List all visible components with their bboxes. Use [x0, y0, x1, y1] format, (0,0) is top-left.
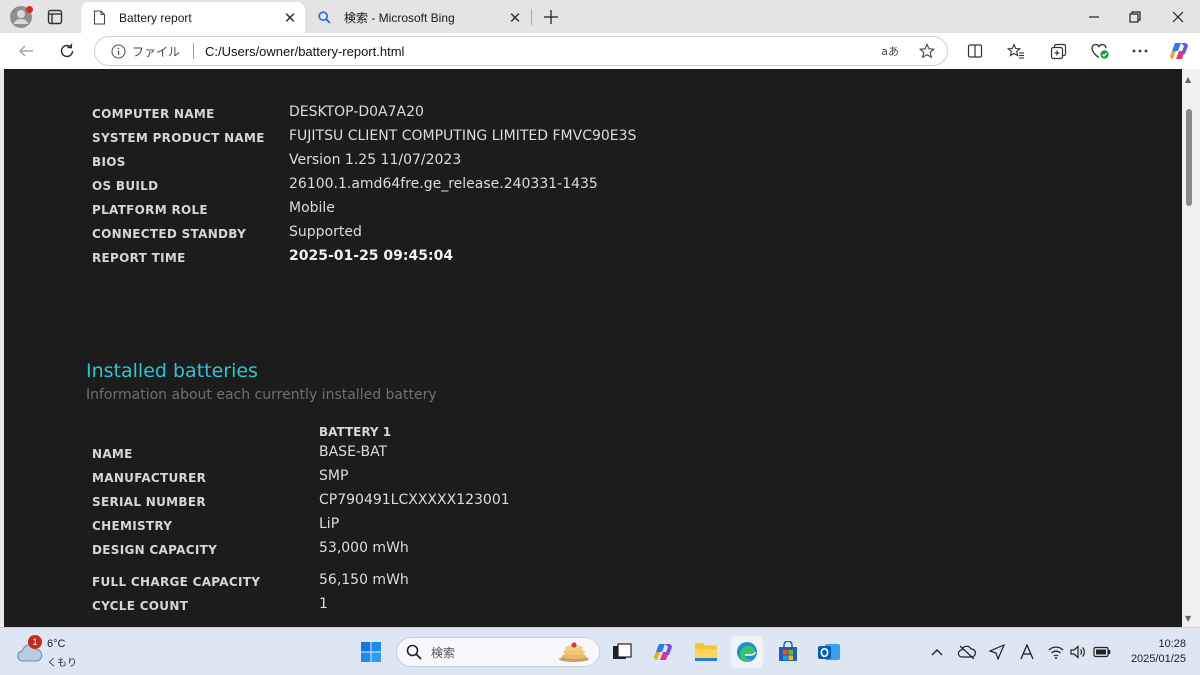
weather-condition: くもり	[47, 658, 77, 669]
url-text[interactable]: C:/Users/owner/battery-report.html	[205, 44, 881, 59]
info-row-label: PLATFORM ROLE	[92, 203, 208, 217]
browser-essentials-icon[interactable]	[1088, 39, 1112, 63]
favorites-icon[interactable]	[1004, 39, 1028, 63]
info-row-value: DESKTOP-D0A7A20	[289, 104, 424, 120]
vertical-scrollbar[interactable]: ▲ ▼	[1182, 69, 1200, 627]
info-row-value: 56,150 mWh	[319, 572, 409, 588]
more-options-icon[interactable]	[1128, 39, 1152, 63]
clock-time: 10:28	[1158, 638, 1186, 650]
microsoft-store-icon[interactable]	[772, 636, 804, 668]
input-indicator-icon[interactable]	[1016, 641, 1038, 663]
info-row-label: FULL CHARGE CAPACITY	[92, 575, 261, 589]
search-icon	[316, 10, 332, 26]
battery-column-header: BATTERY 1	[319, 425, 392, 439]
search-icon	[406, 644, 422, 660]
task-view-icon[interactable]	[606, 636, 638, 668]
favorite-star-icon[interactable]	[919, 43, 935, 59]
wifi-icon[interactable]	[1045, 641, 1067, 663]
info-row-value: 1	[319, 596, 328, 612]
profile-avatar-icon[interactable]	[8, 4, 34, 30]
split-screen-icon[interactable]	[963, 39, 987, 63]
collections-icon[interactable]	[1046, 39, 1070, 63]
info-row-label: SYSTEM PRODUCT NAME	[92, 131, 265, 145]
clock-date: 2025/01/25	[1130, 653, 1186, 665]
taskbar: 1 6°C くもり 検索 10:28 2025/01/25	[0, 627, 1200, 675]
copilot-icon[interactable]	[1168, 39, 1192, 63]
info-row-label: COMPUTER NAME	[92, 107, 215, 121]
tab-actions-icon[interactable]	[44, 6, 66, 28]
info-row-label: CYCLE COUNT	[92, 599, 189, 613]
edge-app-icon[interactable]	[731, 636, 763, 668]
close-tab-icon[interactable]: ✕	[281, 9, 299, 27]
site-info-label[interactable]: ファイル	[132, 43, 180, 60]
info-row-value: Version 1.25 11/07/2023	[289, 152, 462, 168]
profile-notification-dot	[26, 6, 33, 13]
info-row-value: 26100.1.amd64fre.ge_release.240331-1435	[289, 176, 598, 192]
scroll-up-arrow-icon[interactable]: ▲	[1185, 75, 1195, 84]
new-tab-icon[interactable]	[540, 6, 562, 28]
scroll-down-arrow-icon[interactable]: ▼	[1185, 614, 1195, 623]
minimize-icon[interactable]	[1072, 0, 1116, 33]
info-row-value: Mobile	[289, 200, 335, 216]
search-highlight-pancake-icon	[559, 642, 589, 662]
tab-title: 検索 - Microsoft Bing	[344, 11, 455, 25]
info-row-label: CHEMISTRY	[92, 519, 173, 533]
info-row-value: 2025-01-25 09:45:04	[289, 248, 454, 264]
section-title: Installed batteries	[86, 360, 258, 382]
back-icon[interactable]	[13, 38, 39, 64]
show-hidden-icons-icon[interactable]	[926, 641, 948, 663]
scrollbar-thumb[interactable]	[1186, 109, 1192, 206]
outlook-icon[interactable]	[813, 636, 845, 668]
close-window-icon[interactable]	[1156, 0, 1200, 33]
info-row-label: MANUFACTURER	[92, 471, 207, 485]
taskbar-search-label: 検索	[431, 645, 456, 660]
address-divider	[193, 43, 195, 59]
tab-divider	[531, 9, 532, 25]
info-row-value: BASE-BAT	[319, 444, 388, 460]
onedrive-offline-icon[interactable]	[956, 641, 978, 663]
battery-icon[interactable]	[1091, 641, 1113, 663]
section-subtitle: Information about each currently install…	[86, 387, 437, 403]
info-row-label: REPORT TIME	[92, 251, 186, 265]
info-row-label: OS BUILD	[92, 179, 159, 193]
info-row-label: SERIAL NUMBER	[92, 495, 206, 509]
restore-icon[interactable]	[1113, 0, 1157, 33]
address-bar[interactable]: ファイル C:/Users/owner/battery-report.html …	[94, 36, 948, 66]
info-row-label: BIOS	[92, 155, 126, 169]
weather-notification-badge: 1	[28, 635, 42, 649]
tab-strip: Battery report ✕ 検索 - Microsoft Bing ✕	[0, 0, 1200, 33]
read-aloud-icon[interactable]: aあ	[881, 43, 899, 59]
location-icon[interactable]	[986, 641, 1008, 663]
file-icon	[91, 10, 107, 26]
copilot-app-icon[interactable]	[648, 636, 680, 668]
close-tab-icon[interactable]: ✕	[506, 9, 524, 27]
start-button-icon[interactable]	[355, 636, 387, 668]
refresh-icon[interactable]	[54, 38, 80, 64]
navigation-bar: ファイル C:/Users/owner/battery-report.html …	[0, 33, 1200, 69]
info-row-value: FUJITSU CLIENT COMPUTING LIMITED FMVC90E…	[289, 128, 637, 144]
tab-battery-report[interactable]: Battery report ✕	[81, 2, 305, 33]
tab-title: Battery report	[119, 10, 192, 25]
info-row-value: CP790491LCXXXXX123001	[319, 492, 510, 508]
info-row-value: Supported	[289, 224, 362, 240]
taskbar-clock[interactable]: 10:28 2025/01/25	[1120, 637, 1186, 667]
page-content: COMPUTER NAME DESKTOP-D0A7A20 SYSTEM PRODU…	[4, 69, 1182, 627]
info-row-label: DESIGN CAPACITY	[92, 543, 218, 557]
info-icon[interactable]	[110, 43, 126, 59]
weather-temperature: 6°C	[47, 638, 66, 650]
volume-icon[interactable]	[1067, 641, 1089, 663]
tab-bing-search[interactable]: 検索 - Microsoft Bing ✕	[306, 2, 530, 33]
info-row-value: SMP	[319, 468, 349, 484]
info-row-value: LiP	[319, 516, 340, 532]
info-row-value: 53,000 mWh	[319, 540, 409, 556]
info-row-label: CONNECTED STANDBY	[92, 227, 247, 241]
weather-widget[interactable]: 1 6°C くもり	[14, 635, 84, 669]
file-explorer-icon[interactable]	[690, 636, 722, 668]
taskbar-search-box[interactable]: 検索	[396, 637, 600, 667]
info-row-label: NAME	[92, 447, 133, 461]
